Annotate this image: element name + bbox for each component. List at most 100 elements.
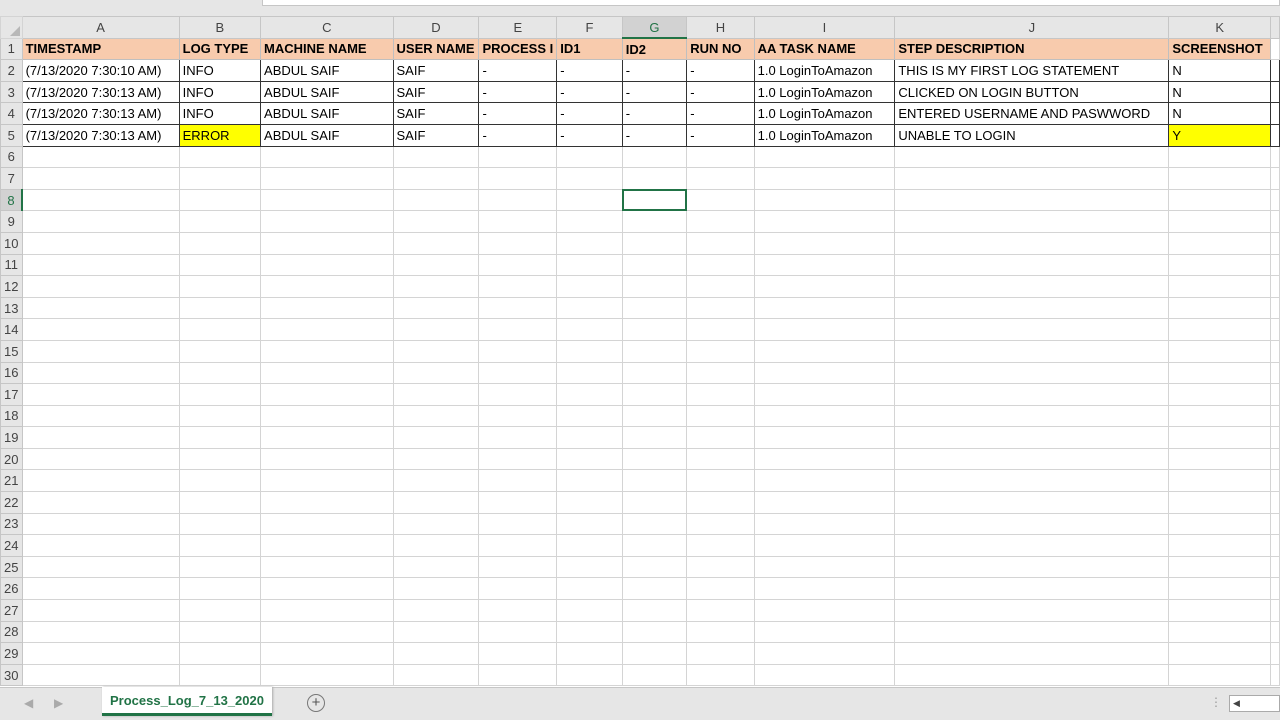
cell[interactable]: [556, 447, 623, 471]
cell[interactable]: [686, 383, 755, 406]
cell[interactable]: N: [1168, 80, 1272, 104]
cell[interactable]: [686, 642, 755, 665]
cell[interactable]: [686, 512, 755, 536]
cell[interactable]: [1270, 555, 1280, 579]
cell[interactable]: INFO: [178, 102, 262, 125]
cell[interactable]: [1168, 663, 1272, 687]
header-cell[interactable]: LOG TYPE: [178, 37, 262, 61]
cell[interactable]: [894, 231, 1170, 255]
cell[interactable]: N: [1168, 102, 1272, 125]
cell[interactable]: [392, 275, 480, 298]
row-header[interactable]: 16: [0, 361, 23, 385]
cell[interactable]: [21, 426, 180, 449]
cell[interactable]: [478, 361, 558, 385]
cell[interactable]: [178, 491, 262, 514]
row-header[interactable]: 11: [0, 253, 23, 277]
cell[interactable]: [392, 663, 480, 687]
cell[interactable]: [556, 231, 623, 255]
cell[interactable]: [686, 447, 755, 471]
cell[interactable]: [260, 512, 394, 536]
cell[interactable]: ABDUL SAIF: [260, 102, 394, 125]
cell[interactable]: [478, 296, 558, 320]
cell[interactable]: [1168, 253, 1272, 277]
cell[interactable]: [1168, 383, 1272, 406]
cell[interactable]: ABDUL SAIF: [260, 59, 394, 82]
cell[interactable]: [621, 469, 688, 493]
cell[interactable]: [21, 253, 180, 277]
cell[interactable]: [621, 491, 688, 514]
cell[interactable]: [260, 145, 394, 169]
cell[interactable]: [478, 339, 558, 363]
cell[interactable]: [260, 663, 394, 687]
column-header-e[interactable]: E: [478, 16, 558, 39]
cell[interactable]: [556, 491, 623, 514]
cell[interactable]: [21, 577, 180, 601]
cell[interactable]: [392, 512, 480, 536]
cell[interactable]: [1168, 577, 1272, 601]
cell[interactable]: SAIF: [392, 123, 480, 147]
cell[interactable]: ENTERED USERNAME AND PASWWORD: [894, 102, 1170, 125]
row-header[interactable]: 26: [0, 577, 23, 601]
cell[interactable]: SAIF: [392, 102, 480, 125]
cell[interactable]: [178, 426, 262, 449]
cell[interactable]: [392, 361, 480, 385]
add-sheet-button[interactable]: +: [307, 694, 325, 712]
cell[interactable]: [478, 426, 558, 449]
cell[interactable]: -: [621, 102, 688, 125]
cell[interactable]: [556, 469, 623, 493]
cell[interactable]: [392, 188, 480, 212]
cell[interactable]: [753, 167, 896, 190]
cell[interactable]: [894, 577, 1170, 601]
cell[interactable]: [478, 512, 558, 536]
cell[interactable]: [1270, 339, 1280, 363]
cell[interactable]: -: [556, 80, 623, 104]
sheet-tab-process-log[interactable]: Process_Log_7_13_2020: [102, 687, 272, 716]
row-header[interactable]: 1: [0, 37, 23, 61]
cell[interactable]: [1270, 447, 1280, 471]
cell[interactable]: [686, 491, 755, 514]
cell[interactable]: [621, 447, 688, 471]
cell[interactable]: [260, 167, 394, 190]
cell[interactable]: [686, 318, 755, 341]
cell[interactable]: [260, 577, 394, 601]
cell[interactable]: [21, 383, 180, 406]
row-header[interactable]: 29: [0, 642, 23, 665]
cell[interactable]: [753, 426, 896, 449]
cell[interactable]: [1270, 491, 1280, 514]
cell[interactable]: [753, 663, 896, 687]
cell[interactable]: [1168, 231, 1272, 255]
cell[interactable]: [178, 253, 262, 277]
cell[interactable]: [621, 534, 688, 557]
row-header[interactable]: 20: [0, 447, 23, 471]
cell[interactable]: [753, 534, 896, 557]
cell[interactable]: (7/13/2020 7:30:13 AM): [21, 80, 180, 104]
cell[interactable]: [392, 167, 480, 190]
cell[interactable]: [1270, 296, 1280, 320]
cell[interactable]: [478, 577, 558, 601]
cell[interactable]: [621, 296, 688, 320]
cell[interactable]: [260, 339, 394, 363]
cell[interactable]: [621, 318, 688, 341]
cell[interactable]: UNABLE TO LOGIN: [894, 123, 1170, 147]
cell[interactable]: [894, 426, 1170, 449]
cell[interactable]: INFO: [178, 59, 262, 82]
cell[interactable]: -: [621, 123, 688, 147]
cell[interactable]: (7/13/2020 7:30:13 AM): [21, 123, 180, 147]
cell[interactable]: [686, 555, 755, 579]
cell[interactable]: [178, 188, 262, 212]
row-header[interactable]: 13: [0, 296, 23, 320]
cell[interactable]: [21, 339, 180, 363]
cell[interactable]: [556, 167, 623, 190]
cell[interactable]: [686, 577, 755, 601]
cell[interactable]: [392, 296, 480, 320]
cell[interactable]: [556, 361, 623, 385]
cell[interactable]: [1270, 361, 1280, 385]
cell[interactable]: [21, 555, 180, 579]
cell[interactable]: [478, 383, 558, 406]
cell[interactable]: [392, 426, 480, 449]
cell[interactable]: [621, 620, 688, 644]
cell[interactable]: [260, 447, 394, 471]
cell[interactable]: [686, 599, 755, 622]
cell[interactable]: [621, 361, 688, 385]
column-header-a[interactable]: A: [21, 16, 180, 39]
